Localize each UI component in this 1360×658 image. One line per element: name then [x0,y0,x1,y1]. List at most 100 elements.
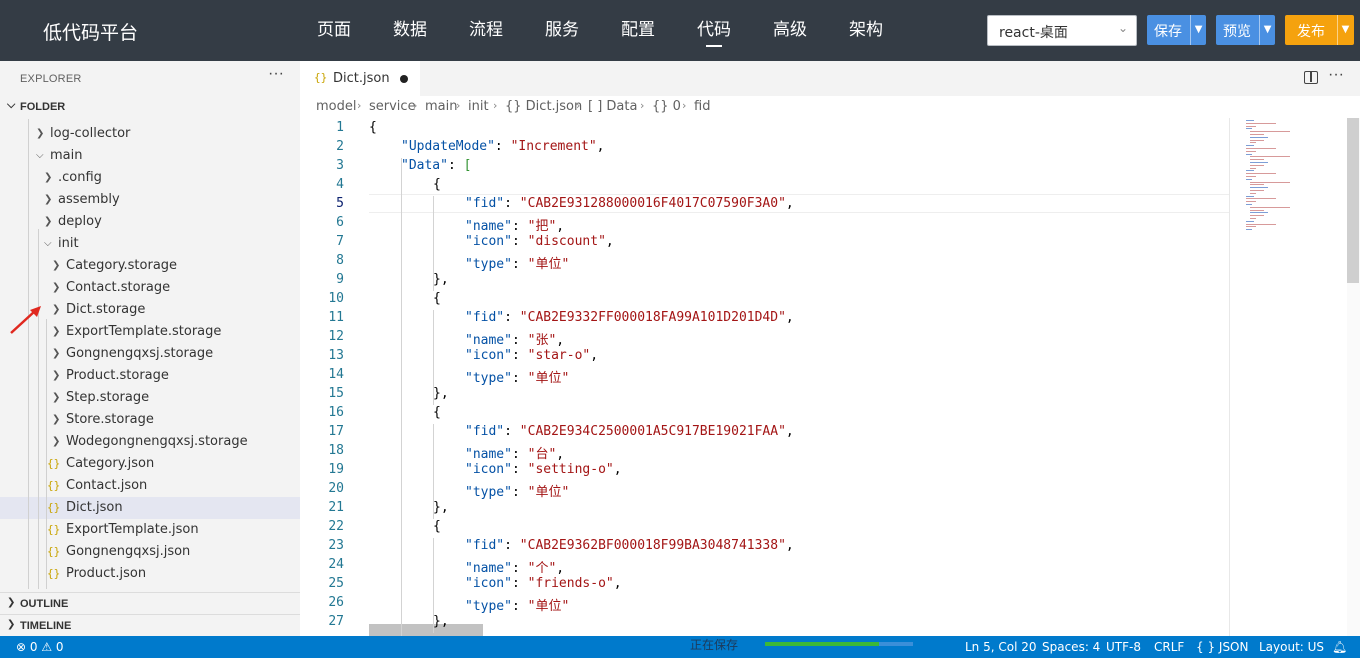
horizontal-scrollbar-thumb[interactable] [369,624,483,636]
breadcrumb-item[interactable]: model [316,99,356,114]
save-dropdown-caret-icon[interactable]: ▼ [1190,15,1206,45]
timeline-section-header[interactable]: ❯ TIMELINE [0,614,300,636]
nav-item[interactable]: 高级 [752,0,828,61]
code-line[interactable]: "Data": [ [401,158,471,173]
breadcrumb-item[interactable]: init [468,99,489,114]
code-line[interactable]: { [433,519,441,534]
tree-file[interactable]: {} ExportTemplate.json [0,519,300,541]
code-line[interactable]: }, [433,500,449,515]
chevron-right-icon[interactable]: ❯ [44,189,52,211]
code-line[interactable]: "name": "张", [465,329,564,348]
code-line[interactable]: "type": "单位" [465,595,569,614]
nav-item[interactable]: 架构 [828,0,904,61]
eol-setting[interactable]: CRLF [1154,640,1184,654]
folder-section-header[interactable]: ⌵ FOLDER [0,97,300,117]
code-line[interactable]: "UpdateMode": "Increment", [401,139,605,154]
breadcrumb-item[interactable]: [ ] Data [588,99,637,114]
code-line[interactable]: "fid": "CAB2E9362BF000018F99BA3048741338… [465,538,794,553]
indentation-setting[interactable]: Spaces: 4 [1042,640,1100,654]
code-line[interactable]: "icon": "discount", [465,234,614,249]
code-line[interactable]: "fid": "CAB2E931288000016F4017C07590F3A0… [465,196,794,211]
tree-folder[interactable]: ❯ assembly [0,189,300,211]
code-line[interactable]: }, [433,614,449,629]
code-line[interactable]: { [433,177,441,192]
tree-folder[interactable]: ❯ Gongnengqxsj.storage [0,343,300,365]
code-line[interactable]: "fid": "CAB2E934C2500001A5C917BE19021FAA… [465,424,794,439]
breadcrumb-item[interactable]: {} Dict.json [505,99,582,114]
chevron-right-icon[interactable]: ❯ [52,321,60,343]
tree-folder[interactable]: ❯ Step.storage [0,387,300,409]
minimap[interactable] [1229,118,1345,636]
code-line[interactable]: { [369,120,377,135]
tree-folder[interactable]: ❯ Wodegongnengqxsj.storage [0,431,300,453]
tree-folder[interactable]: ⌵ main [0,145,300,167]
nav-item[interactable]: 配置 [600,0,676,61]
chevron-right-icon[interactable]: ❯ [52,343,60,365]
unsaved-dot-icon[interactable] [400,75,408,83]
tree-file[interactable]: {} Product.json [0,563,300,585]
tree-folder[interactable]: ❯ Store.storage [0,409,300,431]
chevron-right-icon[interactable]: ❯ [52,431,60,453]
tree-folder[interactable]: ❯ Contact.storage [0,277,300,299]
code-line[interactable]: "type": "单位" [465,481,569,500]
breadcrumb-item[interactable]: fid [694,99,710,114]
code-line[interactable]: "icon": "friends-o", [465,576,622,591]
encoding-setting[interactable]: UTF-8 [1106,640,1141,654]
chevron-right-icon[interactable]: ❯ [52,365,60,387]
chevron-down-icon[interactable]: ⌵ [36,145,44,167]
save-button[interactable]: 保存 ▼ [1147,15,1206,45]
code-editor[interactable]: 1{2 "UpdateMode": "Increment", 3 "Data": [4… [300,118,1360,636]
nav-item[interactable]: 数据 [372,0,448,61]
chevron-right-icon[interactable]: ❯ [52,299,60,321]
chevron-right-icon[interactable]: ❯ [44,167,52,189]
code-line[interactable]: "fid": "CAB2E9332FF000018FA99A101D201D4D… [465,310,794,325]
code-line[interactable]: }, [433,272,449,287]
breadcrumb-item[interactable]: service [369,99,416,114]
code-line[interactable]: { [433,291,441,306]
code-line[interactable]: "type": "单位" [465,253,569,272]
code-line[interactable]: "name": "把", [465,215,564,234]
chevron-right-icon[interactable]: ❯ [44,211,52,233]
vertical-scrollbar-thumb[interactable] [1347,118,1359,283]
language-mode[interactable]: { } JSON [1196,640,1248,654]
chevron-right-icon[interactable]: ❯ [36,123,44,145]
code-line[interactable]: "name": "个", [465,557,564,576]
nav-item[interactable]: 流程 [448,0,524,61]
bell-icon[interactable]: 🔔︎ [1332,640,1347,654]
chevron-right-icon[interactable]: ❯ [52,255,60,277]
tree-folder[interactable]: ⌵ init [0,233,300,255]
preview-button[interactable]: 预览 ▼ [1216,15,1275,45]
chevron-right-icon[interactable]: ❯ [52,387,60,409]
nav-item[interactable]: 页面 [296,0,372,61]
breadcrumb-item[interactable]: {} 0 [652,99,681,114]
preview-dropdown-caret-icon[interactable]: ▼ [1259,15,1275,45]
code-line[interactable]: "name": "台", [465,443,564,462]
publish-button[interactable]: 发布 ▼ [1285,15,1354,45]
problems-indicator[interactable]: ⊗ 0 ⚠ 0 [16,640,64,654]
chevron-down-icon[interactable]: ⌵ [44,233,52,255]
chevron-right-icon[interactable]: ❯ [52,409,60,431]
publish-dropdown-caret-icon[interactable]: ▼ [1337,15,1353,45]
tree-folder[interactable]: ❯ deploy [0,211,300,233]
tree-folder[interactable]: ❯ .config [0,167,300,189]
tree-folder[interactable]: ❯ Category.storage [0,255,300,277]
code-line[interactable]: }, [433,386,449,401]
tree-file[interactable]: {} Dict.json [0,497,300,519]
tree-folder[interactable]: ❯ Product.storage [0,365,300,387]
tree-file[interactable]: {} Gongnengqxsj.json [0,541,300,563]
outline-section-header[interactable]: ❯ OUTLINE [0,592,300,614]
code-line[interactable]: "icon": "star-o", [465,348,598,363]
tree-folder[interactable]: ❯ ExportTemplate.storage [0,321,300,343]
code-line[interactable]: "type": "单位" [465,367,569,386]
keyboard-layout[interactable]: Layout: US [1259,640,1324,654]
tree-folder[interactable]: ❯ log-collector [0,123,300,145]
cursor-position[interactable]: Ln 5, Col 20 [965,640,1037,654]
nav-item[interactable]: 服务 [524,0,600,61]
split-editor-icon[interactable] [1304,71,1318,84]
breadcrumb-item[interactable]: main [425,99,457,114]
tab-dict-json[interactable]: {} Dict.json [300,61,420,96]
nav-item[interactable]: 代码 [676,0,752,61]
explorer-more-icon[interactable]: ··· [268,65,284,83]
env-select[interactable]: react-桌面 ⌄ [987,15,1137,46]
tree-file[interactable]: {} Contact.json [0,475,300,497]
